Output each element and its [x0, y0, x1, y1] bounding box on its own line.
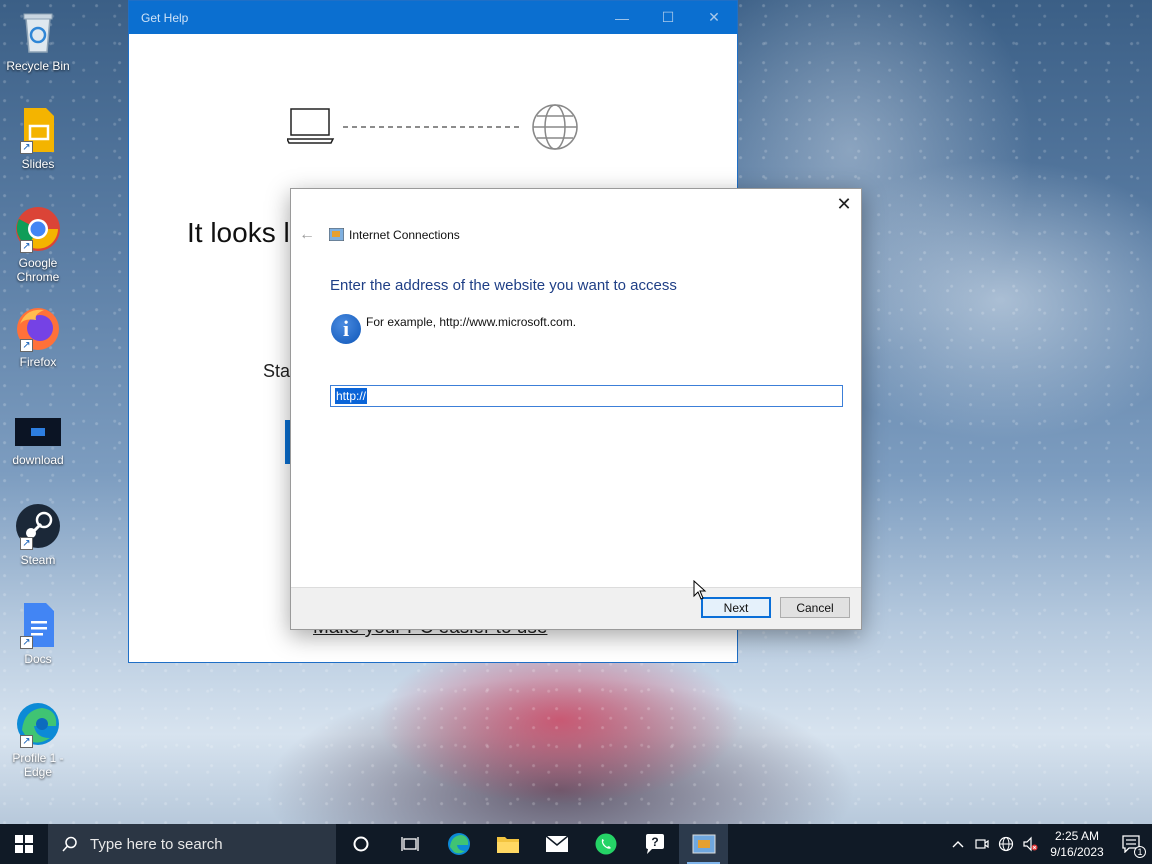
shortcut-arrow-icon: ↗ [20, 537, 33, 550]
selected-url-text: http:// [335, 388, 368, 404]
desktop-icon-profile-edge[interactable]: ↗ Profile 1 - Edge [4, 700, 72, 779]
start-button[interactable] [0, 824, 48, 864]
system-tray: 2:25 AM 9/16/2023 1 [946, 824, 1152, 864]
shortcut-arrow-icon: ↗ [20, 141, 33, 154]
laptop-icon [290, 108, 330, 136]
globe-icon [998, 836, 1014, 852]
example-text: For example, http://www.microsoft.com. [366, 315, 577, 329]
clock-time: 2:25 AM [1054, 829, 1100, 843]
firefox-icon: ↗ [14, 304, 62, 352]
desktop-icon-label: Steam [20, 553, 56, 567]
info-icon: i [331, 314, 361, 344]
desktop-icon-docs[interactable]: ↗ Docs [4, 601, 72, 666]
edge-icon: ↗ [14, 700, 62, 748]
dialog-heading: Enter the address of the website you wan… [330, 277, 677, 294]
window-title: Get Help [141, 10, 189, 25]
taskbar-get-help-button[interactable]: ? [630, 824, 679, 864]
clock-date: 9/16/2023 [1050, 845, 1104, 859]
get-help-subtext: Sta [263, 361, 291, 381]
mouse-cursor-icon [693, 580, 707, 600]
shortcut-arrow-icon: ↗ [20, 339, 33, 352]
action-center-button[interactable]: 1 [1112, 824, 1152, 864]
show-hidden-icons-button[interactable] [946, 824, 970, 864]
shortcut-arrow-icon: ↗ [20, 240, 33, 253]
next-button[interactable]: Next [701, 597, 771, 618]
desktop-icon-label: Google Chrome [16, 256, 60, 284]
help-icon: ? [645, 834, 664, 854]
get-help-headline: It looks l [187, 217, 290, 248]
search-icon [62, 836, 77, 852]
cortana-button[interactable] [336, 824, 385, 864]
task-view-icon [400, 837, 419, 851]
task-view-button[interactable] [385, 824, 434, 864]
get-help-titlebar[interactable]: Get Help — ☐ ✕ [129, 1, 737, 34]
taskbar-file-explorer-button[interactable] [483, 824, 532, 864]
slides-icon: ↗ [14, 106, 62, 154]
desktop-icon-label: Profile 1 - Edge [12, 751, 64, 779]
network-button[interactable] [994, 824, 1018, 864]
steam-icon: ↗ [14, 502, 62, 550]
close-button[interactable]: ✕ [691, 1, 737, 34]
chevron-up-icon [952, 841, 964, 848]
volume-button[interactable] [1018, 824, 1042, 864]
connection-illustration [287, 104, 578, 150]
clock[interactable]: 2:25 AM 9/16/2023 [1042, 828, 1112, 860]
desktop-icon-download[interactable]: download [4, 418, 72, 467]
taskbar-whatsapp-button[interactable] [581, 824, 630, 864]
desktop-icon-steam[interactable]: ↗ Steam [4, 502, 72, 567]
desktop-icon-label: Slides [21, 157, 55, 171]
desktop-icon-recycle-bin[interactable]: Recycle Bin [4, 8, 72, 73]
shortcut-arrow-icon: ↗ [20, 735, 33, 748]
desktop-icon-label: Firefox [19, 355, 57, 369]
dialog-title: Internet Connections [349, 228, 460, 242]
internet-connections-icon [329, 228, 344, 241]
chrome-icon: ↗ [14, 205, 62, 253]
desktop-icon-firefox[interactable]: ↗ Firefox [4, 304, 72, 369]
desktop-icon-label: Docs [24, 652, 52, 666]
internet-connections-icon [692, 834, 715, 854]
taskbar-mail-button[interactable] [532, 824, 581, 864]
desktop-icon-slides[interactable]: ↗ Slides [4, 106, 72, 171]
taskbar-edge-button[interactable] [434, 824, 483, 864]
minimize-button[interactable]: — [599, 1, 645, 34]
cortana-icon [353, 836, 368, 852]
recycle-bin-icon [14, 8, 62, 56]
globe-icon [532, 104, 578, 150]
shortcut-arrow-icon: ↗ [20, 636, 33, 649]
taskbar-search-box[interactable]: Type here to search [48, 824, 336, 864]
dialog-footer: Next Cancel [291, 587, 861, 629]
whatsapp-icon [595, 833, 616, 855]
image-thumbnail-icon [15, 418, 61, 448]
dialog-close-button[interactable]: ✕ [835, 195, 853, 213]
desktop-icon-label: Recycle Bin [6, 59, 70, 73]
desktop-icon-google-chrome[interactable]: ↗ Google Chrome [4, 205, 72, 284]
internet-connections-dialog: ✕ ← Internet Connections Enter the addre… [290, 188, 862, 630]
notification-count-badge: 1 [1134, 846, 1146, 858]
back-arrow-icon[interactable]: ← [299, 226, 315, 244]
file-explorer-icon [496, 837, 519, 853]
docs-icon: ↗ [14, 601, 62, 649]
meet-now-button[interactable] [970, 824, 994, 864]
camera-icon [975, 839, 989, 849]
maximize-button[interactable]: ☐ [645, 1, 691, 34]
windows-logo-icon [15, 835, 33, 853]
desktop-icon-label: download [12, 453, 64, 467]
taskbar: Type here to search ? 2:25 AM 9/16/2023 … [0, 824, 1152, 864]
edge-icon [447, 833, 470, 855]
svg-text:?: ? [651, 835, 658, 849]
taskbar-internet-connections-button[interactable] [679, 824, 728, 864]
mail-icon [545, 835, 568, 852]
cancel-button[interactable]: Cancel [780, 597, 850, 618]
search-placeholder: Type here to search [90, 835, 223, 853]
speaker-muted-icon [1023, 836, 1038, 852]
website-address-input[interactable]: http:// [330, 385, 843, 407]
